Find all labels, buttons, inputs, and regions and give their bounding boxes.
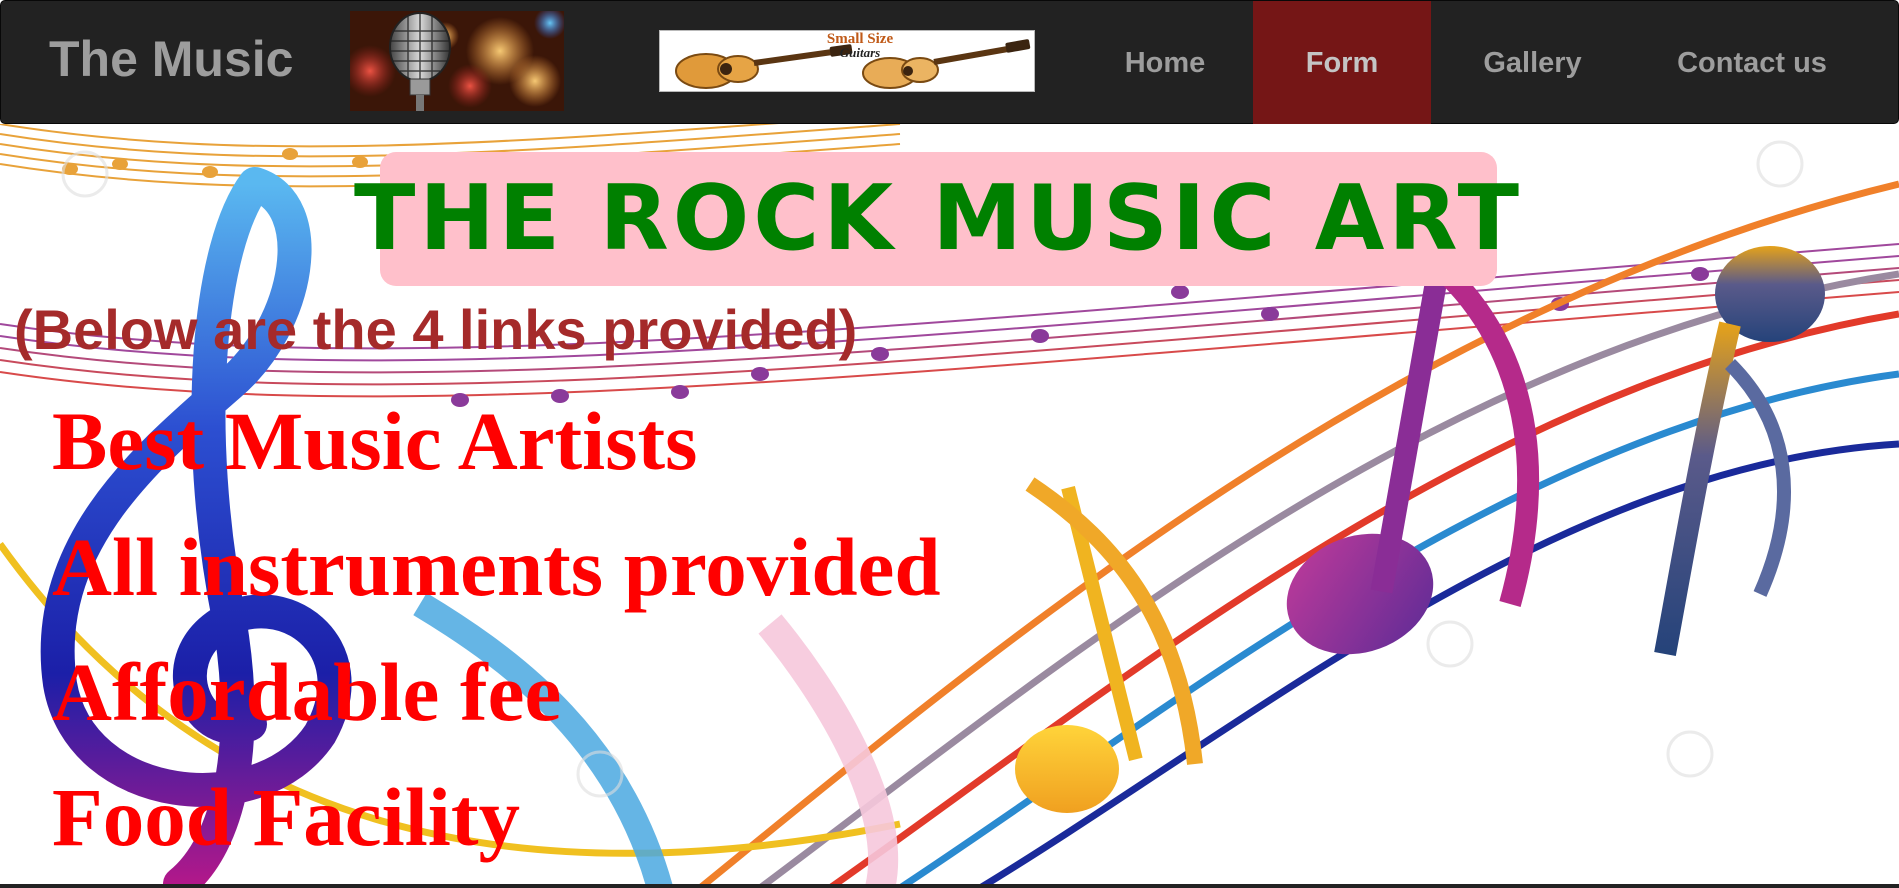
brand-title[interactable]: The Music	[49, 29, 293, 89]
hero-section: THE ROCK MUSIC ART (Below are the 4 link…	[0, 124, 1899, 888]
microphone-image	[350, 11, 564, 111]
page-title: THE ROCK MUSIC ART	[353, 166, 1524, 271]
nav-link-form[interactable]: Form	[1253, 1, 1431, 125]
bottom-divider	[0, 884, 1899, 888]
nav-link-gallery[interactable]: Gallery	[1431, 1, 1634, 125]
banner-subtitle: Guitars	[839, 45, 881, 60]
title-banner: THE ROCK MUSIC ART	[354, 152, 1519, 286]
feature-link-food-facility[interactable]: Food Facility	[52, 772, 520, 862]
feature-link-best-music-artists[interactable]: Best Music Artists	[52, 396, 697, 486]
feature-link-affordable-fee[interactable]: Affordable fee	[52, 647, 561, 737]
feature-link-all-instruments[interactable]: All instruments provided	[52, 522, 941, 612]
nav-menu: Home Form Gallery Contact us	[1077, 1, 1870, 125]
top-navbar: The Music Small Size Guitars Home Form G…	[0, 0, 1899, 125]
nav-link-home[interactable]: Home	[1077, 1, 1253, 125]
nav-link-contact-us[interactable]: Contact us	[1634, 1, 1870, 125]
intro-text: (Below are the 4 links provided)	[14, 298, 858, 361]
small-size-guitars-banner: Small Size Guitars	[659, 30, 1035, 92]
